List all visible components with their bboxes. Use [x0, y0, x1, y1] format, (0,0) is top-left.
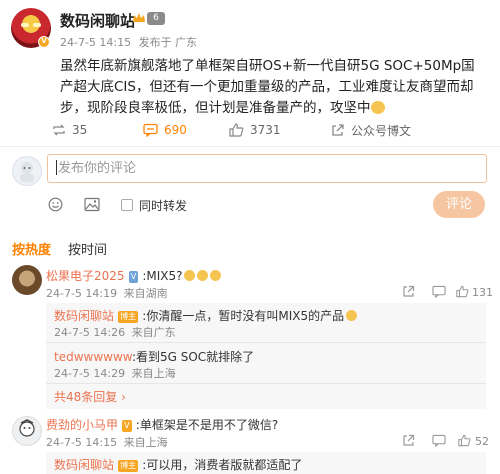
reply-text: :看到5G SOC就排除了	[131, 350, 255, 364]
divider	[46, 342, 486, 343]
divider	[46, 383, 486, 384]
reply-item: tedwwwwww:看到5G SOC就排除了	[54, 348, 254, 365]
comment-count: 690	[164, 123, 187, 137]
emoji-icon	[370, 101, 385, 114]
more-replies-label: 共48条回复	[54, 390, 118, 404]
thumbs-up-icon[interactable]	[456, 285, 469, 298]
image-upload-icon[interactable]	[84, 197, 100, 212]
like-count: 3731	[250, 123, 281, 137]
reply-text: :你清醒一点，暂时没有叫MIX5的产品	[142, 309, 345, 323]
user-badge: V	[122, 420, 132, 432]
reply-time: 24-7-5 14:29	[54, 367, 126, 380]
crown-icon	[133, 13, 145, 22]
comment-location: 来自上海	[123, 436, 168, 449]
reply-location: 来自上海	[131, 367, 176, 380]
divider	[0, 146, 500, 147]
post-source: 发布于 广东	[138, 36, 198, 49]
repost-count: 35	[72, 123, 88, 137]
comment-input[interactable]: 发布你的评论	[47, 154, 487, 183]
post-body: 虽然年底新旗舰落地了单框架自研OS+新一代自研5G SOC+50Mp国产超大底C…	[60, 56, 480, 119]
comment-avatar[interactable]	[12, 416, 42, 446]
comment-time: 24-7-5 14:15	[46, 436, 118, 449]
user-level-badge: 6	[147, 12, 165, 25]
reply-text: :可以用，消费者版就都适配了	[142, 458, 303, 472]
reply-time: 24-7-5 14:26	[54, 326, 126, 339]
comment-avatar[interactable]	[12, 265, 42, 295]
replies-block: 数码闲聊站 博主 :你清醒一点，暂时没有叫MIX5的产品 24-7-5 14:2…	[46, 303, 486, 409]
comment-meta: 24-7-5 14:15 来自上海	[46, 434, 168, 450]
comment-icon	[143, 123, 158, 137]
comment-placeholder: 发布你的评论	[58, 161, 137, 176]
post-text: 虽然年底新旗舰落地了单框架自研OS+新一代自研5G SOC+50Mp国产超大底C…	[60, 58, 475, 116]
emoji-picker-icon[interactable]	[48, 197, 63, 212]
article-link-label: 公众号博文	[351, 123, 412, 138]
emoji-icon	[210, 270, 222, 281]
author-badge: 博主	[118, 460, 139, 472]
tab-sort-time[interactable]: 按时间	[68, 239, 107, 258]
reply-username[interactable]: 数码闲聊站	[54, 458, 114, 472]
replies-block: 数码闲聊站 博主 :可以用，消费者版就都适配了	[46, 452, 486, 474]
reply-meta: 24-7-5 14:26 来自广东	[54, 324, 176, 340]
thumbs-up-icon	[229, 123, 244, 137]
comment-username[interactable]: 松果电子2025	[46, 269, 125, 283]
emoji-icon	[184, 270, 196, 281]
author-badge: 博主	[118, 311, 139, 323]
like-button[interactable]: 3731	[229, 121, 281, 139]
thumbs-up-icon[interactable]	[458, 434, 471, 447]
post-meta: 24-7-5 14:15 发布于 广东	[60, 34, 197, 50]
comment-button[interactable]: 690	[143, 121, 187, 139]
repost-icon	[53, 124, 65, 136]
submit-comment-button[interactable]: 评论	[433, 191, 485, 218]
reply-item: 数码闲聊站 博主 :可以用，消费者版就都适配了	[54, 456, 302, 473]
current-user-avatar[interactable]	[12, 156, 42, 186]
comment-line: 费劲的小马甲 V :单框架是不是用不了微信?	[46, 416, 278, 433]
share-icon[interactable]	[402, 434, 415, 447]
reply-icon[interactable]	[432, 434, 446, 447]
comment-line: 松果电子2025 V :MIX5?	[46, 267, 222, 284]
comment-location: 来自湖南	[123, 287, 168, 300]
repost-button[interactable]: 35	[52, 121, 87, 139]
tab-sort-hot[interactable]: 按热度	[12, 239, 51, 258]
reply-username[interactable]: tedwwwwww	[54, 350, 132, 364]
verified-badge-icon: V	[38, 36, 50, 48]
emoji-icon	[197, 270, 209, 281]
comment-like-count: 131	[472, 286, 493, 299]
author-name[interactable]: 数码闲聊站	[60, 10, 135, 31]
comment-text: :单框架是不是用不了微信?	[135, 418, 279, 432]
more-replies-link[interactable]: 共48条回复 ›	[54, 388, 126, 405]
repost-checkbox-label[interactable]: 同时转发	[139, 197, 187, 214]
reply-location: 来自广东	[131, 326, 176, 339]
article-link-button[interactable]: 公众号博文	[331, 121, 411, 139]
post-time[interactable]: 24-7-5 14:15	[60, 36, 131, 49]
comment-username[interactable]: 费劲的小马甲	[46, 418, 118, 432]
reply-icon[interactable]	[432, 285, 446, 298]
reply-meta: 24-7-5 14:29 来自上海	[54, 365, 176, 381]
reply-username[interactable]: 数码闲聊站	[54, 309, 114, 323]
share-icon[interactable]	[402, 285, 415, 298]
reply-item: 数码闲聊站 博主 :你清醒一点，暂时没有叫MIX5的产品	[54, 307, 358, 324]
comment-like-count: 52	[475, 435, 489, 448]
user-badge: V	[128, 271, 139, 283]
comment-meta: 24-7-5 14:19 来自湖南	[46, 285, 168, 301]
comment-text: :MIX5?	[142, 269, 183, 283]
share-icon	[332, 124, 344, 136]
comment-time: 24-7-5 14:19	[46, 287, 118, 300]
repost-checkbox[interactable]	[121, 199, 133, 211]
chevron-right-icon: ›	[121, 390, 126, 404]
emoji-icon	[346, 310, 358, 321]
